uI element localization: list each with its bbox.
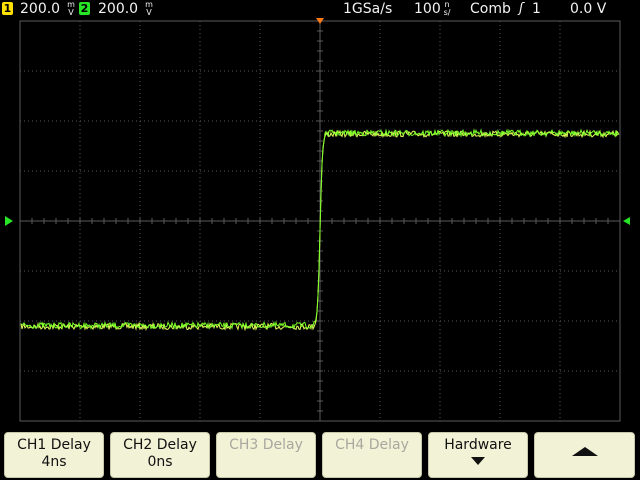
status-bar: 1 200.0 m V 2 200.0 m V 1GSa/s 100 n s/ …	[0, 0, 640, 18]
trigger-mode: Comb	[470, 1, 511, 17]
hardware-button[interactable]: Hardware	[428, 432, 528, 478]
ch3-delay-label: CH3 Delay	[229, 437, 303, 453]
chevron-down-icon	[471, 457, 485, 465]
trigger-source: 1	[532, 1, 541, 17]
timebase-unit-bottom: s/	[443, 8, 451, 17]
trigger-level-marker	[623, 217, 630, 225]
ground-marker	[5, 216, 13, 226]
waveform-graticule	[5, 18, 630, 422]
sample-rate: 1GSa/s	[343, 1, 393, 17]
channel-2-scale: 200.0	[98, 1, 139, 17]
channel-1-unit: m V	[65, 1, 77, 17]
rising-edge-icon: ʃ	[519, 1, 524, 16]
arrow-up-icon	[571, 447, 598, 456]
channel-2-unit: m V	[143, 1, 155, 17]
ch2-delay-label: CH2 Delay	[123, 437, 197, 453]
ch1-delay-value: 4ns	[41, 454, 67, 470]
ch4-delay-button[interactable]: CH4 Delay	[322, 432, 422, 478]
ch1-delay-button[interactable]: CH1 Delay 4ns	[4, 432, 104, 478]
ch4-delay-label: CH4 Delay	[335, 437, 409, 453]
hardware-label: Hardware	[444, 437, 512, 453]
waveform-display[interactable]	[0, 18, 640, 424]
channel-1-scale: 200.0	[20, 1, 61, 17]
ch2-delay-button[interactable]: CH2 Delay 0ns	[110, 432, 210, 478]
softkey-bar: CH1 Delay 4ns CH2 Delay 0ns CH3 Delay CH…	[0, 424, 640, 480]
ch3-delay-button[interactable]: CH3 Delay	[216, 432, 316, 478]
channel-2-unit-bottom: V	[146, 8, 152, 17]
ch2-delay-value: 0ns	[147, 454, 173, 470]
channel-1-badge: 1	[2, 2, 13, 15]
menu-up-button[interactable]	[534, 432, 635, 478]
trigger-level: 0.0 V	[570, 1, 607, 17]
timebase-unit: n s/	[441, 1, 453, 17]
timebase-value: 100	[414, 1, 441, 17]
channel-2-badge: 2	[79, 2, 90, 15]
channel-1-unit-bottom: V	[68, 8, 74, 17]
ch1-delay-label: CH1 Delay	[17, 437, 91, 453]
